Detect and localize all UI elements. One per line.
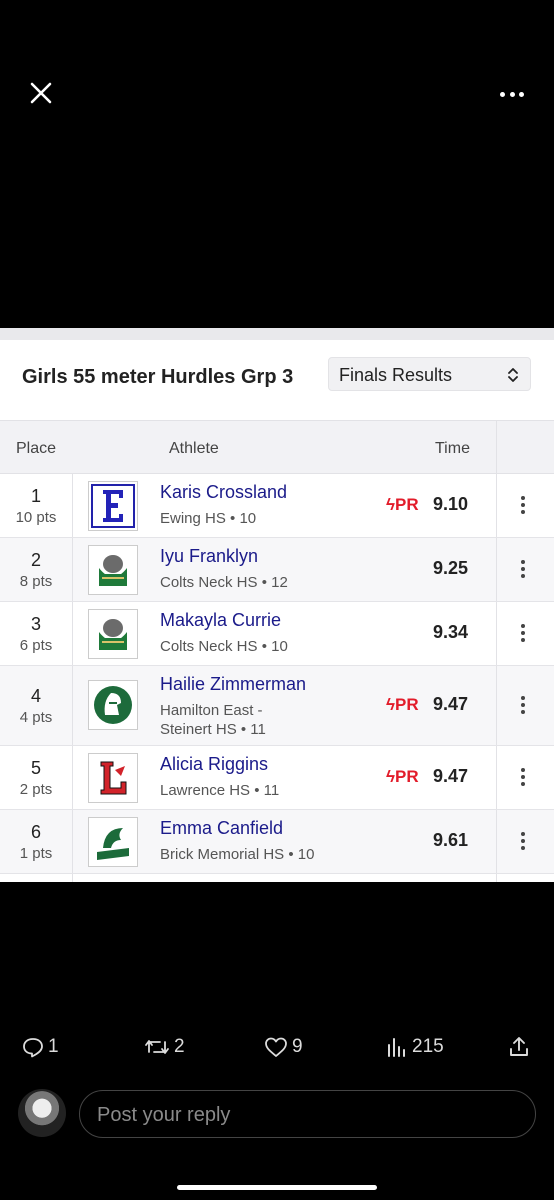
reply-icon <box>23 1038 43 1058</box>
reply-bar: Post your reply <box>0 1085 554 1145</box>
repost-button[interactable]: 2 <box>144 1036 185 1058</box>
result-time: 9.61 <box>433 830 469 850</box>
reply-placeholder: Post your reply <box>97 1104 231 1126</box>
table-row[interactable]: 1 10 pts Karis Crossland Ewing HS • 10 ϟP… <box>0 474 554 538</box>
table-row[interactable]: 6 1 pts Emma Canfield Brick Memorial HS •… <box>0 810 554 874</box>
header-place: Place <box>16 440 57 457</box>
place-points: 2 pts <box>19 781 53 798</box>
results-card: Girls 55 meter Hurdles Grp 3 Finals Resu… <box>0 328 554 882</box>
pr-badge: ϟPR <box>386 495 419 514</box>
close-icon <box>30 82 52 104</box>
steinert-logo <box>88 680 138 730</box>
like-button[interactable]: 9 <box>264 1036 303 1058</box>
athlete-name[interactable]: Karis Crossland <box>160 482 287 503</box>
reply-count: 1 <box>48 1036 59 1057</box>
athlete-name[interactable]: Iyu Franklyn <box>160 546 258 567</box>
share-button[interactable] <box>508 1036 534 1058</box>
ewing-logo <box>88 481 138 531</box>
athlete-school-line2: Steinert HS • 11 <box>160 721 266 738</box>
table-row <box>0 874 554 882</box>
table-row[interactable]: 3 6 pts Makayla Currie Colts Neck HS • 10… <box>0 602 554 666</box>
like-count: 9 <box>292 1036 303 1057</box>
row-menu-button[interactable] <box>521 560 527 578</box>
reply-input[interactable]: Post your reply <box>79 1090 536 1138</box>
table-row[interactable]: 5 2 pts Alicia Riggins Lawrence HS • 11 ϟ… <box>0 746 554 810</box>
home-indicator[interactable] <box>177 1185 377 1190</box>
athlete-school: Colts Neck HS • 10 <box>160 638 288 655</box>
result-time: 9.34 <box>433 622 469 642</box>
result-time: 9.47 <box>433 766 469 786</box>
athlete-name[interactable]: Makayla Currie <box>160 610 281 631</box>
athlete-school: Ewing HS • 10 <box>160 510 257 527</box>
header-time: Time <box>435 440 470 457</box>
result-time: 9.25 <box>433 558 469 578</box>
bolt-icon: ϟ <box>386 695 395 714</box>
bolt-icon: ϟ <box>386 495 395 514</box>
more-icon <box>500 91 505 97</box>
views-button[interactable]: 215 <box>386 1036 444 1058</box>
row-menu-button[interactable] <box>521 768 527 786</box>
place-number: 2 <box>30 550 41 570</box>
place-number: 1 <box>30 486 41 506</box>
athlete-school-line1: Hamilton East - <box>160 702 263 719</box>
views-icon <box>388 1038 405 1057</box>
row-menu-button[interactable] <box>521 496 527 514</box>
close-button[interactable] <box>26 78 56 108</box>
table-row[interactable]: 2 8 pts Iyu Franklyn Colts Neck HS • 12 9… <box>0 538 554 602</box>
athlete-name[interactable]: Emma Canfield <box>160 818 283 839</box>
round-select[interactable]: Finals Results <box>328 357 531 391</box>
updown-chevron-icon <box>508 368 518 382</box>
more-button[interactable] <box>496 82 528 106</box>
athlete-school: Brick Memorial HS • 10 <box>160 846 315 863</box>
lawrence-logo <box>88 753 138 803</box>
repost-count: 2 <box>174 1036 185 1057</box>
athlete-name[interactable]: Hailie Zimmerman <box>160 674 306 695</box>
place-points: 1 pts <box>19 845 53 862</box>
round-select-value: Finals Results <box>339 365 453 385</box>
views-count: 215 <box>412 1036 444 1057</box>
colts-neck-logo <box>88 545 138 595</box>
avatar[interactable] <box>18 1089 66 1137</box>
row-menu-button[interactable] <box>521 624 527 642</box>
heart-icon <box>265 1037 287 1057</box>
athlete-school: Lawrence HS • 11 <box>160 782 280 799</box>
repost-icon <box>145 1040 169 1054</box>
post-actions: 1 2 9 215 <box>0 1028 554 1068</box>
result-time: 9.47 <box>433 694 469 714</box>
results-table: Place Athlete Time 1 10 pts Karis Crossla… <box>0 420 554 882</box>
header-athlete: Athlete <box>169 440 219 457</box>
place-points: 6 pts <box>19 637 53 654</box>
reply-button[interactable]: 1 <box>22 1036 59 1058</box>
colts-neck-logo <box>88 609 138 659</box>
brick-memorial-logo <box>88 817 138 867</box>
table-header: Place Athlete Time <box>0 420 554 474</box>
table-row[interactable]: 44 pts Hailie Zimmerman Hamilton East - … <box>0 666 554 746</box>
place-points: 8 pts <box>19 573 53 590</box>
share-icon <box>510 1037 528 1056</box>
place-points: 4 pts <box>19 709 53 726</box>
pr-badge: ϟPR <box>386 767 419 786</box>
row-menu-button[interactable] <box>521 696 527 714</box>
top-bar <box>0 0 554 190</box>
event-title: Girls 55 meter Hurdles Grp 3 <box>22 366 294 388</box>
place-number: 5 <box>30 758 41 778</box>
row-menu-button[interactable] <box>521 832 527 850</box>
bolt-icon: ϟ <box>386 767 395 786</box>
place-points: 10 pts <box>15 509 57 526</box>
athlete-name[interactable]: Alicia Riggins <box>160 754 268 775</box>
place-number: 3 <box>30 614 41 634</box>
place-number: 4 <box>30 686 41 706</box>
result-time: 9.10 <box>433 494 469 514</box>
athlete-school: Colts Neck HS • 12 <box>160 574 288 591</box>
pr-badge: ϟPR <box>386 695 419 714</box>
place-number: 6 <box>30 822 41 842</box>
